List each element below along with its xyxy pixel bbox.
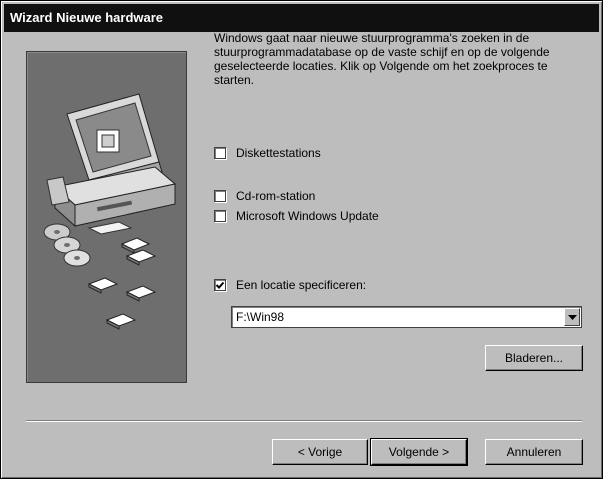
checkbox-specify-location-label: Een locatie specificeren: bbox=[236, 278, 367, 292]
chevron-down-icon bbox=[568, 315, 577, 320]
back-button-label: < Vorige bbox=[297, 445, 343, 459]
next-button-label: Volgende > bbox=[388, 445, 450, 459]
wizard-window: Wizard Nieuwe hardware Windows gaat naar… bbox=[0, 0, 603, 479]
checkbox-specify-location[interactable]: Een locatie specificeren: bbox=[214, 278, 366, 292]
checkbox-specify-location-box[interactable] bbox=[214, 279, 226, 291]
checkbox-windows-update-label: Microsoft Windows Update bbox=[236, 209, 379, 223]
location-value[interactable]: F:\Win98 bbox=[236, 310, 284, 324]
instruction-text: Windows gaat naar nieuwe stuurprogramma'… bbox=[214, 31, 550, 87]
checkbox-cdrom-label: Cd-rom-station bbox=[236, 189, 316, 203]
checkbox-windows-update-box[interactable] bbox=[214, 210, 226, 222]
checkbox-cdrom-box[interactable] bbox=[214, 190, 226, 202]
checkbox-floppy-label: Diskettestations bbox=[236, 146, 321, 160]
cancel-button-label: Annuleren bbox=[506, 445, 562, 459]
next-button[interactable]: Volgende > bbox=[370, 438, 468, 466]
browse-button[interactable]: Bladeren... bbox=[485, 345, 583, 371]
browse-button-label: Bladeren... bbox=[504, 351, 564, 365]
title-bar: Wizard Nieuwe hardware bbox=[4, 4, 599, 32]
location-dropdown-button[interactable] bbox=[564, 308, 580, 326]
checkbox-cdrom[interactable]: Cd-rom-station bbox=[214, 189, 315, 203]
back-button[interactable]: < Vorige bbox=[272, 439, 368, 465]
checkmark-icon bbox=[215, 281, 225, 289]
computer-illustration-icon bbox=[43, 93, 177, 330]
checkbox-windows-update[interactable]: Microsoft Windows Update bbox=[214, 209, 379, 223]
checkbox-floppy[interactable]: Diskettestations bbox=[214, 146, 321, 160]
separator bbox=[26, 420, 582, 422]
checkbox-floppy-box[interactable] bbox=[214, 147, 226, 159]
wizard-illustration bbox=[26, 51, 187, 383]
location-combobox[interactable]: F:\Win98 bbox=[231, 306, 582, 328]
cancel-button[interactable]: Annuleren bbox=[485, 439, 583, 465]
window-title: Wizard Nieuwe hardware bbox=[10, 10, 164, 25]
